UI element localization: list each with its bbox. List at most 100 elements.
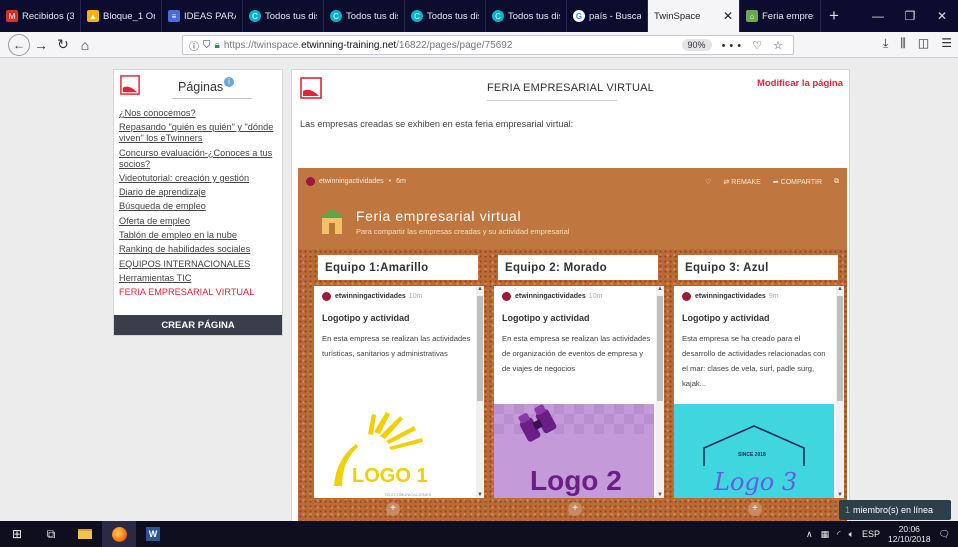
post-author: etwinningactividades (515, 293, 586, 300)
windows-start-icon[interactable]: ⊞ (0, 521, 34, 547)
scrollbar[interactable]: ▲ ▼ (656, 286, 664, 498)
tab-google[interactable]: Gpaís - Buscar (567, 0, 648, 32)
minimize-icon[interactable]: — (862, 0, 894, 32)
logo-1-subtext: TELECOMUNICACIONES (384, 492, 431, 497)
scroll-up-icon[interactable]: ▲ (656, 286, 664, 292)
notifications-icon[interactable]: 🗨︎ (939, 529, 950, 540)
word-icon[interactable]: W (136, 521, 170, 547)
windows-taskbar: ⊞ ⧉ W ∧ ▦ ◜ 🔈︎ ESP 20:06 12/10/2018 🗨︎ (0, 521, 958, 547)
tab-canva-3[interactable]: C Todos tus dis (405, 0, 486, 32)
scrollbar-thumb[interactable] (837, 296, 843, 401)
close-window-icon[interactable]: ✕ (926, 0, 958, 32)
home-button[interactable]: ⌂ (74, 34, 96, 56)
avatar (682, 292, 691, 301)
scroll-up-icon[interactable]: ▲ (836, 286, 844, 292)
library-icon[interactable]: ⫼ (900, 36, 906, 51)
menu-icon[interactable]: ☰ (941, 36, 952, 51)
scroll-down-icon[interactable]: ▼ (656, 492, 664, 498)
sidebar-toggle-icon[interactable]: ◫ (918, 36, 929, 51)
zoom-level[interactable]: 90% (681, 39, 712, 51)
padlet-author[interactable]: etwinningactividades (319, 178, 384, 185)
bookmark-star-icon[interactable]: ☆ (773, 40, 787, 52)
url-bar[interactable]: ⓘ ⛉ 🔒︎ https://twinspace. etwinning-train… (182, 35, 794, 55)
sidebar-item-feria[interactable]: FERIA EMPRESARIAL VIRTUAL (119, 287, 277, 298)
remake-button[interactable]: ⇄ REMAKE (723, 178, 760, 186)
canva-icon: C (492, 10, 504, 22)
post-card[interactable]: etwinningactividades 9m Logotipo y activi… (674, 286, 844, 498)
tab-recibidos[interactable]: M Recibidos (30 (0, 0, 81, 32)
tab-canva-4[interactable]: C Todos tus dis (486, 0, 567, 32)
sidebar-item-herramientas[interactable]: Herramientas TIC (119, 273, 277, 284)
post-title: Logotipo y actividad (322, 313, 410, 323)
sidebar-item-oferta[interactable]: Oferta de empleo (119, 216, 277, 227)
close-icon[interactable]: ✕ (723, 9, 733, 23)
more-icon[interactable]: ••• (722, 40, 746, 52)
scroll-down-icon[interactable]: ▼ (476, 492, 484, 498)
online-members-toast[interactable]: 1 miembro(s) en línea (839, 500, 951, 520)
tab-label: TwinSpace (654, 10, 701, 22)
clock-date: 12/10/2018 (888, 534, 931, 544)
post-time: 9m (768, 293, 779, 300)
restore-icon[interactable]: ❐ (894, 0, 926, 32)
shield-icon[interactable]: ⛉ (203, 40, 211, 51)
post-card[interactable]: etwinningactividades 10m Logotipo y activ… (314, 286, 484, 498)
url-path: /16822/pages/page/75692 (396, 39, 513, 51)
house-icon: ⌂ (746, 10, 758, 22)
sidebar-item-repasando[interactable]: Repasando "quién es quién" y "dónde vive… (119, 122, 277, 144)
tab-canva-2[interactable]: C Todos tus dis (324, 0, 405, 32)
add-post-button[interactable]: + (748, 502, 762, 516)
tab-bloque[interactable]: ▲ Bloque_1 Org (81, 0, 162, 32)
column-header: Equipo 3: Azul (678, 255, 838, 280)
tab-ideas[interactable]: ≡ IDEAS PARA A (162, 0, 243, 32)
info-icon[interactable]: i (224, 77, 234, 87)
scroll-down-icon[interactable]: ▼ (836, 492, 844, 498)
pocket-icon[interactable]: ♡ (752, 40, 766, 52)
scroll-up-icon[interactable]: ▲ (476, 286, 484, 292)
add-post-button[interactable]: + (386, 502, 400, 516)
pages-sidebar: Páginas i ¿Nos conocemos? Repasando "qui… (113, 69, 283, 336)
share-label: COMPARTIR (780, 178, 822, 186)
sidebar-item-tablon[interactable]: Tablón de empleo en la nube (119, 230, 277, 241)
scrollbar[interactable]: ▲ ▼ (836, 286, 844, 498)
scrollbar[interactable]: ▲ ▼ (476, 286, 484, 498)
heart-icon[interactable]: ♡ (705, 178, 711, 186)
gmail-icon: M (6, 10, 18, 22)
sidebar-item-nos-conocemos[interactable]: ¿Nos conocemos? (119, 108, 277, 119)
expand-icon[interactable]: ⧉ (834, 178, 839, 186)
avatar (502, 292, 511, 301)
reload-button[interactable]: ↻ (52, 34, 74, 56)
back-button[interactable]: ← (8, 33, 30, 56)
chevron-up-icon[interactable]: ∧ (806, 529, 813, 540)
task-view-icon[interactable]: ⧉ (34, 521, 68, 547)
forward-button[interactable]: → (30, 34, 52, 56)
tab-canva-1[interactable]: C Todos tus dis (243, 0, 324, 32)
new-tab-button[interactable]: + (821, 0, 847, 32)
wifi-icon[interactable]: ◜ (837, 529, 841, 540)
scrollbar-thumb[interactable] (477, 296, 483, 401)
share-button[interactable]: ➦ COMPARTIR (773, 178, 822, 186)
language-indicator[interactable]: ESP (862, 529, 880, 539)
firefox-icon[interactable] (102, 521, 136, 547)
file-explorer-icon[interactable] (68, 521, 102, 547)
scrollbar-thumb[interactable] (657, 296, 663, 401)
download-icon[interactable]: ⤓ (883, 36, 888, 51)
sidebar-item-concurso[interactable]: Concurso evaluación-¿Conoces a tus socio… (119, 148, 277, 170)
column-equipo-1: Equipo 1:Amarillo (318, 255, 478, 280)
tab-label: Bloque_1 Org (103, 10, 155, 22)
tab-feria[interactable]: ⌂ Feria empresa (740, 0, 821, 32)
tab-twinspace[interactable]: TwinSpace ✕ (648, 0, 740, 32)
sidebar-item-videotutorial[interactable]: Videotutorial: creación y gestión (119, 173, 277, 184)
sidebar-item-busqueda[interactable]: Búsqueda de empleo (119, 201, 277, 212)
sidebar-item-diario[interactable]: Diario de aprendizaje (119, 187, 277, 198)
sidebar-item-equipos[interactable]: EQUIPOS INTERNACIONALES (119, 259, 277, 270)
add-post-button[interactable]: + (568, 502, 582, 516)
info-icon[interactable]: ⓘ (189, 38, 199, 53)
modify-page-link[interactable]: Modificar la página (757, 78, 843, 89)
network-icon[interactable]: ▦ (821, 529, 830, 540)
post-card[interactable]: etwinningactividades 10m Logotipo y activ… (494, 286, 664, 498)
lock-icon[interactable]: 🔒︎ (215, 40, 220, 51)
volume-icon[interactable]: 🔈︎ (849, 529, 854, 540)
sidebar-item-ranking[interactable]: Ranking de habilidades sociales (119, 244, 277, 255)
create-page-button[interactable]: CREAR PÁGINA (114, 315, 282, 335)
clock[interactable]: 20:06 12/10/2018 (888, 524, 931, 544)
